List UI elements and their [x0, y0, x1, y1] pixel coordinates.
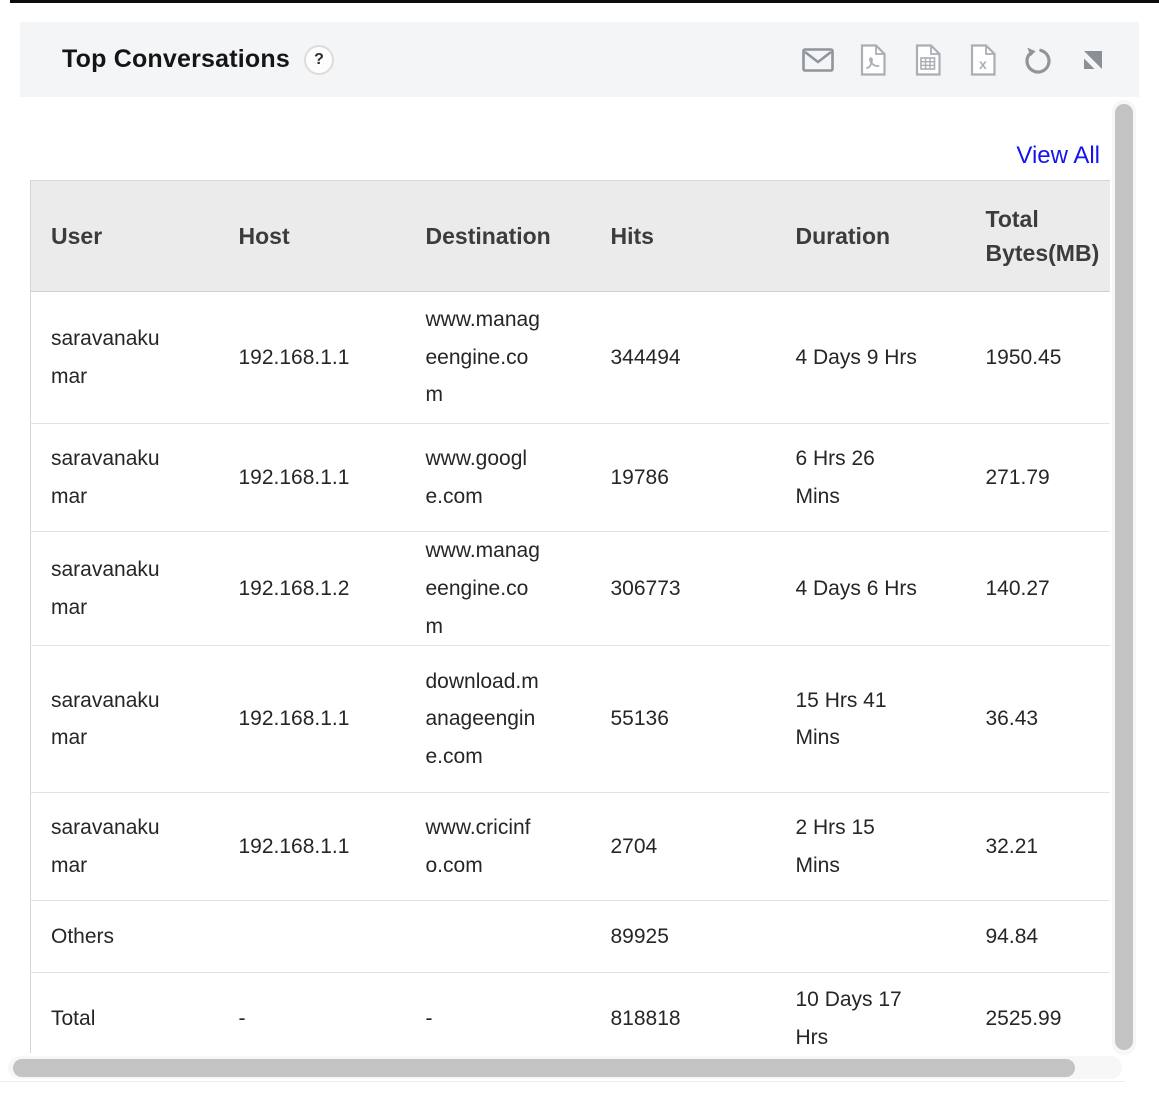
top-conversations-widget: Top Conversations ? [0, 0, 1159, 1102]
export-csv-button[interactable] [912, 44, 944, 76]
table-row: saravanakumar 192.168.1.1 www.cricinfo.c… [31, 793, 1111, 901]
table-row: saravanakumar 192.168.1.1 download.manag… [31, 646, 1111, 793]
cell-hits: 344494 [591, 292, 776, 424]
cell-user: Others [31, 901, 219, 973]
conversations-table-container: User Host Destination Hits Duration Tota… [30, 180, 1110, 1053]
cell-host: 192.168.1.1 [219, 793, 406, 901]
table-header-row: User Host Destination Hits Duration Tota… [31, 181, 1111, 292]
cell-hits: 55136 [591, 646, 776, 793]
column-header-duration: Duration [776, 181, 966, 292]
cell-total-bytes: 271.79 [966, 424, 1111, 532]
pdf-file-icon [860, 44, 886, 76]
cell-user: saravanakumar [31, 532, 219, 646]
export-xls-button[interactable]: x [967, 44, 999, 76]
cell-duration: 6 Hrs 26 Mins [776, 424, 966, 532]
cell-total-bytes: 140.27 [966, 532, 1111, 646]
cell-duration: 10 Days 17 Hrs [776, 973, 966, 1053]
xls-file-icon: x [970, 44, 996, 76]
table-row-others: Others 89925 94.84 [31, 901, 1111, 973]
table-row: saravanakumar 192.168.1.1 www.manageengi… [31, 292, 1111, 424]
cell-user: saravanakumar [31, 292, 219, 424]
export-pdf-button[interactable] [857, 44, 889, 76]
cell-destination [406, 901, 591, 973]
collapse-widget-button[interactable] [1077, 44, 1109, 76]
cell-host: 192.168.1.1 [219, 292, 406, 424]
cell-host: - [219, 973, 406, 1053]
cell-total-bytes: 36.43 [966, 646, 1111, 793]
cell-user: saravanakumar [31, 793, 219, 901]
cell-hits: 19786 [591, 424, 776, 532]
conversations-table: User Host Destination Hits Duration Tota… [30, 180, 1110, 1053]
cell-duration: 15 Hrs 41 Mins [776, 646, 966, 793]
widget-bottom-divider [0, 1081, 1125, 1082]
cell-duration: 4 Days 6 Hrs [776, 532, 966, 646]
horizontal-scrollbar-thumb[interactable] [13, 1059, 1075, 1077]
column-header-user: User [31, 181, 219, 292]
cell-host: 192.168.1.1 [219, 424, 406, 532]
envelope-icon [802, 48, 834, 72]
cell-hits: 818818 [591, 973, 776, 1053]
cell-destination: - [406, 973, 591, 1053]
cell-duration [776, 901, 966, 973]
cell-user: Total [31, 973, 219, 1053]
window-top-edge [10, 0, 1159, 3]
cell-hits: 89925 [591, 901, 776, 973]
cell-host [219, 901, 406, 973]
cell-destination: www.cricinfo.com [406, 793, 591, 901]
cell-destination: www.manageengine.com [406, 292, 591, 424]
refresh-icon [1022, 44, 1054, 76]
cell-total-bytes: 1950.45 [966, 292, 1111, 424]
svg-text:x: x [979, 56, 987, 72]
csv-file-icon [915, 44, 941, 76]
cell-hits: 2704 [591, 793, 776, 901]
table-row: saravanakumar 192.168.1.1 www.google.com… [31, 424, 1111, 532]
table-row: saravanakumar 192.168.1.2 www.manageengi… [31, 532, 1111, 646]
column-header-hits: Hits [591, 181, 776, 292]
cell-host: 192.168.1.2 [219, 532, 406, 646]
cell-total-bytes: 94.84 [966, 901, 1111, 973]
widget-title: Top Conversations [62, 45, 290, 74]
cell-user: saravanakumar [31, 424, 219, 532]
expand-icon [1081, 48, 1105, 72]
help-icon[interactable]: ? [304, 45, 334, 75]
cell-hits: 306773 [591, 532, 776, 646]
cell-destination: www.manageengine.com [406, 532, 591, 646]
cell-duration: 2 Hrs 15 Mins [776, 793, 966, 901]
view-all-link[interactable]: View All [1016, 142, 1100, 170]
column-header-total-bytes: Total Bytes(MB) [966, 181, 1111, 292]
vertical-scrollbar-thumb[interactable] [1115, 104, 1133, 1050]
table-row-total: Total - - 818818 10 Days 17 Hrs 2525.99 [31, 973, 1111, 1053]
widget-header: Top Conversations ? [20, 22, 1139, 97]
refresh-button[interactable] [1022, 44, 1054, 76]
widget-toolbar: x [802, 44, 1109, 76]
cell-total-bytes: 2525.99 [966, 973, 1111, 1053]
column-header-destination: Destination [406, 181, 591, 292]
cell-host: 192.168.1.1 [219, 646, 406, 793]
email-button[interactable] [802, 44, 834, 76]
cell-destination: www.google.com [406, 424, 591, 532]
cell-user: saravanakumar [31, 646, 219, 793]
column-header-host: Host [219, 181, 406, 292]
cell-duration: 4 Days 9 Hrs [776, 292, 966, 424]
cell-destination: download.manageengine.com [406, 646, 591, 793]
cell-total-bytes: 32.21 [966, 793, 1111, 901]
